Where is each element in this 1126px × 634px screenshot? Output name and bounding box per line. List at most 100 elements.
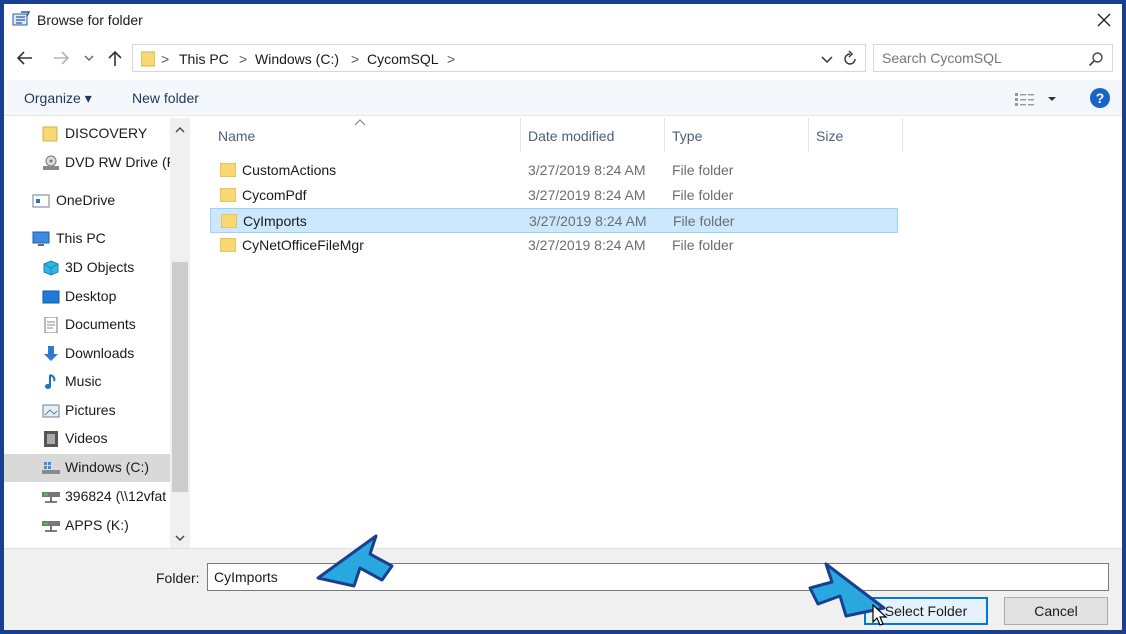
nav-item-label: Pictures — [65, 402, 116, 418]
breadcrumb-separator: > — [447, 51, 456, 67]
breadcrumb-separator: > — [161, 51, 170, 67]
nav-item-3d-objects[interactable]: 3D Objects — [4, 254, 170, 282]
table-row-selected[interactable]: CyImports 3/27/2019 8:24 AM File folder — [210, 208, 898, 233]
file-type: File folder — [672, 162, 734, 178]
pictures-icon — [42, 404, 60, 418]
cancel-button[interactable]: Cancel — [1004, 597, 1108, 625]
network-drive-icon — [42, 521, 60, 532]
select-folder-button[interactable]: Select Folder — [864, 597, 988, 625]
folder-browser-icon — [12, 11, 30, 26]
file-name: CustomActions — [242, 162, 337, 178]
search-box[interactable] — [873, 44, 1113, 72]
nav-item-windows-c[interactable]: Windows (C:) — [4, 454, 170, 482]
table-row[interactable]: CyNetOfficeFileMgr 3/27/2019 8:24 AM Fil… — [210, 233, 898, 258]
folder-icon — [220, 238, 236, 252]
nav-item-label: Music — [65, 373, 102, 389]
nav-item-music[interactable]: Music — [4, 368, 170, 396]
column-header-size[interactable]: Size — [808, 118, 902, 152]
scroll-up-icon[interactable] — [174, 124, 186, 136]
dvd-drive-icon — [43, 155, 59, 170]
view-options-icon[interactable] — [1014, 90, 1058, 108]
title-bar: Browse for folder — [4, 4, 1122, 36]
organize-menu-button[interactable]: Organize ▾ — [24, 90, 92, 107]
refresh-icon[interactable] — [841, 50, 859, 68]
breadcrumb-separator: > — [239, 51, 248, 67]
nav-item-onedrive[interactable]: OneDrive — [4, 187, 170, 215]
column-header-label: Type — [672, 128, 703, 144]
nav-item-label: DVD RW Drive (F — [65, 154, 176, 170]
music-icon — [45, 374, 56, 389]
file-date: 3/27/2019 8:24 AM — [528, 237, 646, 253]
scroll-down-icon[interactable] — [174, 532, 186, 544]
file-name: CyNetOfficeFileMgr — [242, 237, 364, 253]
nav-item-label: Desktop — [65, 288, 117, 304]
table-row[interactable]: CycomPdf 3/27/2019 8:24 AM File folder — [210, 183, 898, 208]
navpane-scrollbar[interactable] — [170, 118, 190, 548]
nav-item-desktop[interactable]: Desktop — [4, 283, 170, 311]
close-button[interactable] — [1090, 6, 1118, 34]
nav-item-videos[interactable]: Videos — [4, 425, 170, 453]
column-header-date-modified[interactable]: Date modified — [520, 118, 664, 152]
nav-item-apps-k[interactable]: APPS (K:) — [4, 512, 170, 540]
help-button[interactable]: ? — [1090, 88, 1110, 108]
file-list: Name Date modified Type Size CustomActio… — [194, 118, 1122, 548]
file-name: CyImports — [243, 213, 307, 229]
folder-icon — [141, 51, 155, 67]
folder-icon — [221, 214, 237, 228]
table-row[interactable]: CustomActions 3/27/2019 8:24 AM File fol… — [210, 158, 898, 183]
nav-item-label: APPS (K:) — [65, 517, 129, 533]
nav-item-label: Downloads — [65, 345, 135, 361]
forward-arrow-icon[interactable] — [50, 48, 72, 68]
command-bar: Organize ▾ New folder ? — [4, 80, 1122, 116]
breadcrumb-separator: > — [351, 51, 360, 67]
network-drive-icon — [42, 492, 60, 503]
file-type: File folder — [672, 187, 734, 203]
browse-folder-dialog: Browse for folder > This PC > Windows (C… — [0, 0, 1126, 634]
nav-item-documents[interactable]: Documents — [4, 311, 170, 339]
file-type: File folder — [672, 237, 734, 253]
file-date: 3/27/2019 8:24 AM — [529, 213, 647, 229]
folder-icon — [220, 163, 236, 177]
nav-item-label: 396824 (\\12vfat — [65, 488, 167, 504]
column-divider[interactable] — [902, 118, 903, 152]
column-header-label: Name — [218, 128, 256, 144]
scroll-thumb[interactable] — [172, 262, 188, 492]
chevron-down-icon[interactable] — [819, 51, 835, 67]
documents-icon — [44, 317, 58, 333]
file-type: File folder — [673, 213, 735, 229]
desktop-icon — [42, 290, 60, 304]
back-arrow-icon[interactable] — [14, 48, 36, 68]
column-header-type[interactable]: Type — [664, 118, 808, 152]
search-icon[interactable] — [1088, 51, 1104, 67]
address-bar[interactable]: > This PC > Windows (C:) > CycomSQL > — [132, 44, 866, 72]
downloads-icon — [44, 346, 58, 361]
windows-drive-icon — [42, 462, 60, 474]
close-icon — [1097, 13, 1111, 27]
breadcrumb-cycomsql[interactable]: CycomSQL — [367, 51, 439, 67]
up-arrow-icon[interactable] — [104, 48, 126, 68]
file-date: 3/27/2019 8:24 AM — [528, 187, 646, 203]
new-folder-button[interactable]: New folder — [132, 90, 199, 106]
onedrive-icon — [32, 194, 50, 208]
recent-locations-chevron-icon[interactable] — [82, 48, 96, 68]
this-pc-icon — [32, 231, 50, 246]
search-input[interactable] — [882, 49, 1078, 67]
videos-icon — [44, 431, 58, 447]
breadcrumb-windows-c[interactable]: Windows (C:) — [255, 51, 339, 67]
breadcrumb-this-pc[interactable]: This PC — [179, 51, 229, 67]
folder-name-input[interactable] — [207, 563, 1109, 591]
nav-item-label: This PC — [56, 230, 106, 246]
nav-item-network-396824[interactable]: 396824 (\\12vfat — [4, 483, 170, 511]
folder-icon — [42, 126, 58, 142]
nav-item-label: Windows (C:) — [65, 459, 150, 475]
nav-item-this-pc[interactable]: This PC — [4, 225, 170, 253]
nav-item-dvd-drive[interactable]: DVD RW Drive (F — [4, 149, 175, 177]
nav-item-label: OneDrive — [56, 192, 116, 208]
navigation-pane: DISCOVERY DVD RW Drive (F OneDrive This … — [4, 118, 190, 548]
nav-item-label: 3D Objects — [65, 259, 135, 275]
column-header-name[interactable]: Name — [210, 118, 520, 152]
nav-item-discovery[interactable]: DISCOVERY — [4, 120, 170, 148]
nav-item-downloads[interactable]: Downloads — [4, 340, 170, 368]
navigation-bar: > This PC > Windows (C:) > CycomSQL > — [4, 40, 1122, 76]
nav-item-pictures[interactable]: Pictures — [4, 397, 170, 425]
